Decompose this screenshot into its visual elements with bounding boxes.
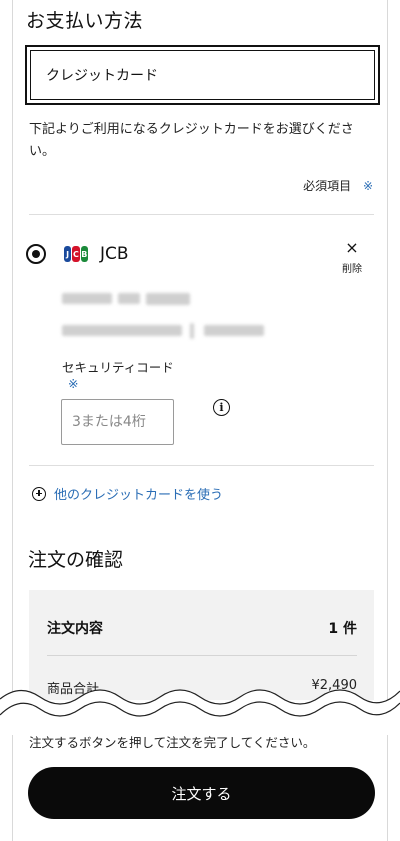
card-radio-selected[interactable]: [26, 244, 46, 264]
use-other-card-link[interactable]: 他のクレジットカードを使う: [32, 484, 223, 503]
masked-holder-name: [118, 293, 140, 304]
delete-card-button[interactable]: × 削除: [337, 238, 367, 276]
card-select-description: 下記よりご利用になるクレジットカードをお選びください。: [29, 122, 354, 159]
close-icon: ×: [345, 238, 359, 257]
place-order-button[interactable]: 注文する: [28, 767, 375, 819]
delete-label: 削除: [342, 264, 362, 275]
security-required-mark: ※: [68, 376, 79, 391]
order-contents-count: 1 件: [328, 621, 357, 637]
card-brand-name: JCB: [100, 244, 129, 264]
masked-holder-name: [146, 293, 190, 305]
payment-method-title: お支払い方法: [26, 10, 144, 32]
security-code-text: セキュリティコード: [62, 360, 174, 375]
divider: [29, 214, 374, 215]
order-notice: 注文するボタンを押して注文を完了してください。: [29, 735, 316, 750]
order-contents-row: 注文内容 1 件: [47, 618, 357, 638]
payment-method-value: クレジットカード: [30, 50, 375, 100]
order-contents-label: 注文内容: [47, 621, 103, 637]
order-confirm-title: 注文の確認: [28, 549, 124, 571]
required-note: 必須項目 ※: [303, 177, 373, 194]
use-other-card-label: 他のクレジットカードを使う: [54, 488, 224, 503]
masked-card-number: [190, 323, 194, 339]
security-code-label: セキュリティコード ※: [62, 360, 182, 392]
required-label: 必須項目: [303, 179, 352, 193]
masked-card-number: [62, 325, 182, 336]
jcb-logo-icon: J C B: [64, 246, 88, 262]
payment-method-select[interactable]: クレジットカード: [25, 45, 380, 105]
security-code-input[interactable]: [61, 399, 174, 445]
masked-holder-name: [62, 293, 112, 304]
order-summary-panel: 注文内容 1 件 商品合計 ¥2,490: [29, 590, 374, 700]
divider: [29, 465, 374, 466]
add-circle-icon: [32, 486, 46, 501]
summary-divider: [47, 655, 357, 656]
page-cut-wave: [0, 689, 400, 735]
info-icon[interactable]: i: [213, 399, 230, 416]
masked-card-number: [204, 325, 264, 336]
required-mark: ※: [362, 179, 373, 193]
